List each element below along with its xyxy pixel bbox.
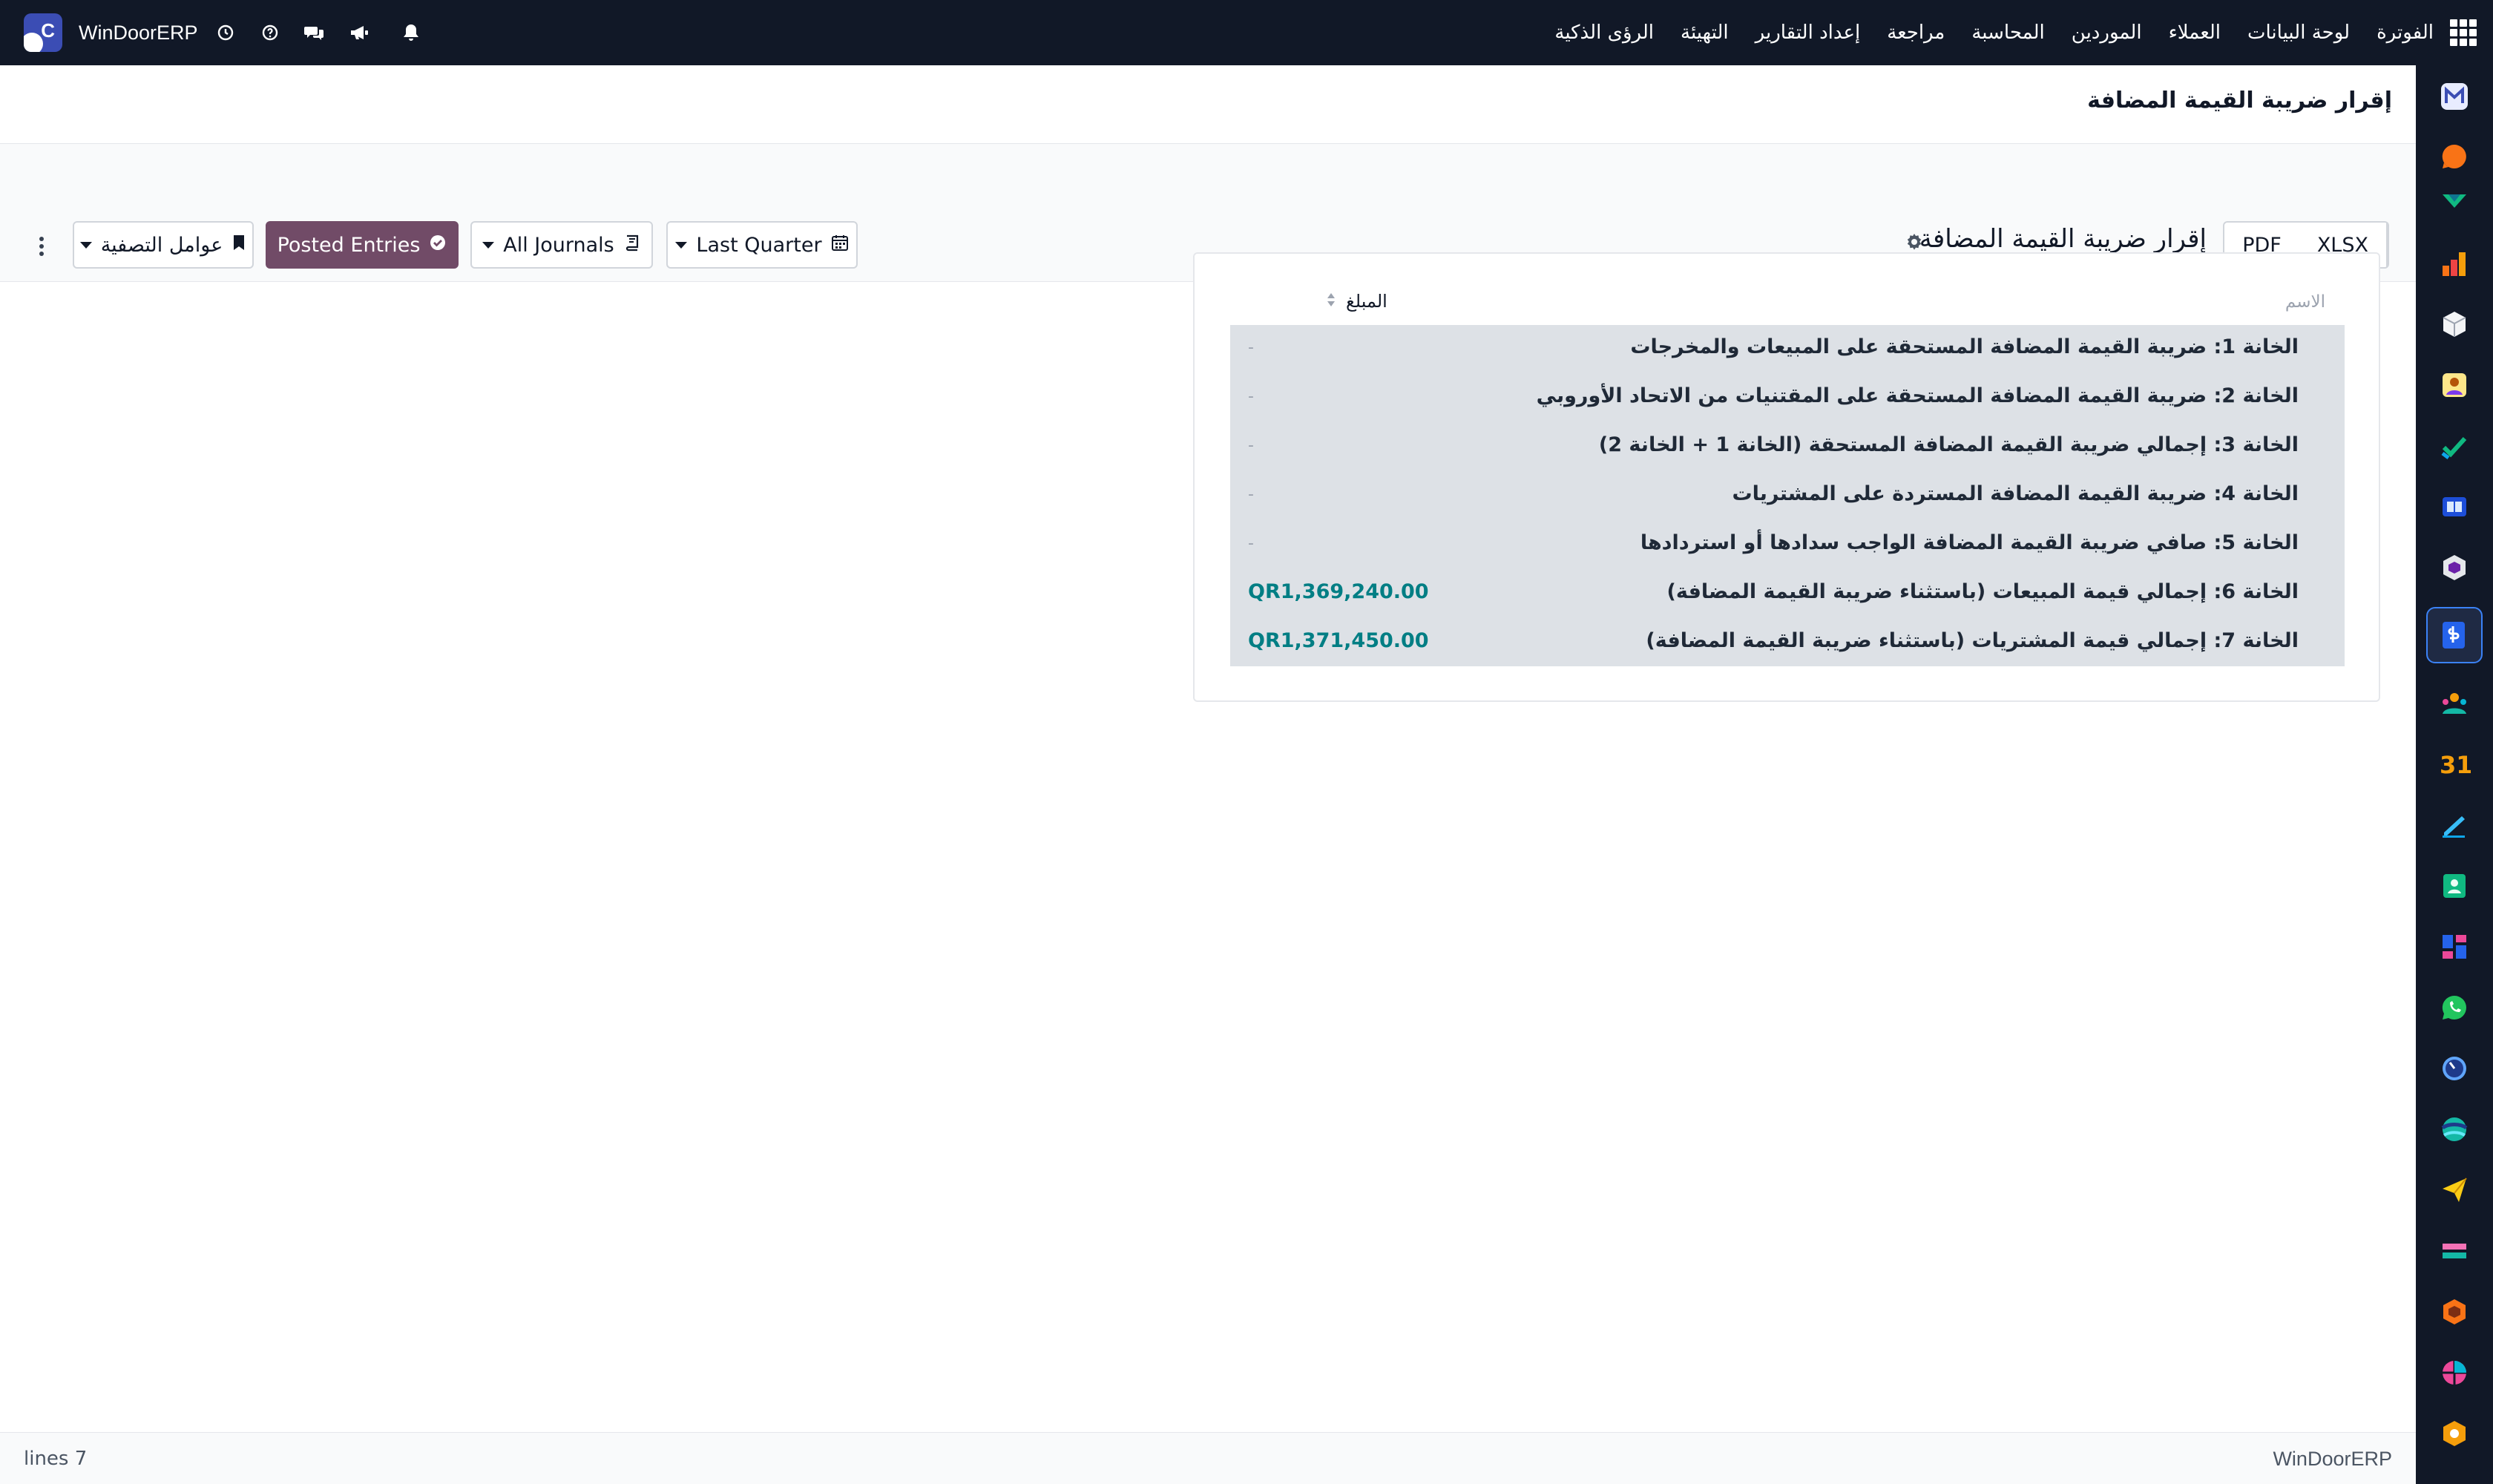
menu-customers[interactable]: العملاء (2169, 22, 2221, 44)
clock-icon[interactable] (212, 18, 239, 47)
contacts-app-icon[interactable] (2438, 870, 2471, 902)
footer-brand: WinDoorERP (2273, 1448, 2392, 1470)
chat-icon[interactable] (301, 18, 328, 47)
date-filter-button[interactable]: Last Quarter (666, 221, 858, 269)
storage-app-icon[interactable] (2438, 1235, 2471, 1267)
journals-filter-button[interactable]: All Journals (470, 221, 653, 269)
row-label[interactable]: الخانة 1: ضريبة القيمة المضافة المستحقة … (1630, 335, 2299, 358)
whatsapp-app-icon[interactable] (2438, 991, 2471, 1024)
send-app-icon[interactable] (2438, 1174, 2471, 1206)
lines-count: lines 7 (24, 1448, 88, 1470)
caret-down-icon (482, 241, 495, 249)
status-footer: lines 7 WinDoorERP (0, 1432, 2416, 1484)
menu-vendors[interactable]: الموردين (2072, 22, 2142, 44)
inventory-app-icon[interactable] (2438, 308, 2471, 341)
column-header-amount-label: المبلغ (1346, 291, 1387, 312)
brand[interactable]: C WinDoorERP (24, 13, 198, 52)
check-circle-icon (429, 234, 447, 257)
company-logo[interactable]: C (24, 13, 62, 52)
table-header: الاسم المبلغ (1230, 291, 2345, 322)
svg-text:31: 31 (2440, 751, 2471, 779)
table-row[interactable]: الخانة 2: ضريبة القيمة المضافة المستحقة … (1230, 374, 2345, 423)
menu-smart-insights[interactable]: الرؤى الذكية (1554, 22, 1654, 44)
table-row[interactable]: الخانة 4: ضريبة القيمة المضافة المستردة … (1230, 472, 2345, 521)
app-sidebar: 31 (2416, 65, 2493, 1484)
team-app-icon[interactable] (2438, 687, 2471, 720)
row-label[interactable]: الخانة 7: إجمالي قيمة المشتريات (باستثنا… (1646, 629, 2299, 652)
column-header-amount[interactable]: المبلغ (1327, 291, 1387, 312)
row-label[interactable]: الخانة 3: إجمالي ضريبة القيمة المضافة ال… (1599, 433, 2299, 456)
sort-icon[interactable] (1327, 292, 1336, 312)
reports-app-icon[interactable] (2438, 248, 2471, 280)
bell-icon[interactable] (398, 18, 424, 47)
more-options-icon[interactable] (27, 232, 56, 261)
row-label[interactable]: الخانة 4: ضريبة القيمة المضافة المستردة … (1732, 482, 2299, 505)
website-app-icon[interactable] (2438, 1113, 2471, 1146)
row-value: - (1248, 387, 1254, 406)
row-value[interactable]: QR1,369,240.00 (1248, 580, 1429, 603)
notes-app-icon[interactable] (2438, 809, 2471, 841)
mail-app-icon[interactable] (2438, 80, 2471, 113)
report-title: إقرار ضريبة القيمة المضافة (1919, 224, 2207, 254)
table-row[interactable]: الخانة 7: إجمالي قيمة المشتريات (باستثنا… (1230, 619, 2345, 668)
knowledge-app-icon[interactable] (2438, 490, 2471, 523)
project-app-icon[interactable] (2438, 430, 2471, 462)
timer-app-icon[interactable] (2438, 1052, 2471, 1085)
menu-invoicing[interactable]: الفوترة (2377, 22, 2434, 44)
row-value: - (1248, 338, 1254, 357)
help-icon[interactable] (257, 18, 283, 47)
menu-accounting[interactable]: المحاسبة (1971, 22, 2044, 44)
menu-configuration[interactable]: التهيئة (1681, 22, 1729, 44)
page-header: إقرار ضريبة القيمة المضافة (0, 65, 2416, 144)
row-label[interactable]: الخانة 5: صافي ضريبة القيمة المضافة الوا… (1640, 531, 2299, 554)
row-label[interactable]: الخانة 2: ضريبة القيمة المضافة المستحقة … (1537, 384, 2299, 407)
dashboards-app-icon[interactable] (2438, 930, 2471, 963)
menu-dashboard[interactable]: لوحة البيانات (2247, 22, 2350, 44)
journals-filter-label: All Journals (503, 233, 614, 257)
calendar-icon (831, 234, 849, 257)
filters-button[interactable]: عوامل التصفية (73, 221, 254, 269)
calendar-app-icon[interactable]: 31 (2438, 748, 2471, 781)
main-content: إقرار ضريبة القيمة المضافة PDF XLSX إقرا… (0, 65, 2416, 1484)
product-app-icon[interactable] (2438, 1417, 2471, 1450)
megaphone-icon[interactable] (346, 18, 372, 47)
caret-down-icon (675, 241, 688, 249)
table-row[interactable]: الخانة 5: صافي ضريبة القيمة المضافة الوا… (1230, 521, 2345, 570)
employees-app-icon[interactable] (2438, 369, 2471, 401)
date-filter-label: Last Quarter (696, 233, 822, 257)
row-value: - (1248, 436, 1254, 455)
book-icon (623, 234, 641, 257)
planning-app-icon[interactable] (2438, 1356, 2471, 1389)
filters-label: عوامل التصفية (100, 233, 223, 257)
report-rows: الخانة 1: ضريبة القيمة المضافة المستحقة … (1230, 325, 2345, 666)
caret-down-icon (79, 241, 92, 249)
sign-app-icon[interactable] (2438, 184, 2471, 217)
row-label[interactable]: الخانة 6: إجمالي قيمة المبيعات (باستثناء… (1667, 580, 2299, 603)
brand-name[interactable]: WinDoorERP (79, 22, 198, 45)
accounting-app-icon[interactable] (2426, 607, 2483, 663)
column-header-name[interactable]: الاسم (2285, 292, 2325, 312)
table-row[interactable]: الخانة 3: إجمالي ضريبة القيمة المضافة ال… (1230, 423, 2345, 472)
row-value: - (1248, 485, 1254, 504)
row-value[interactable]: QR1,371,450.00 (1248, 629, 1429, 652)
system-icons (212, 18, 424, 47)
posted-entries-button[interactable]: Posted Entries (266, 221, 459, 269)
package-app-icon[interactable] (2438, 551, 2471, 584)
manufacturing-app-icon[interactable] (2438, 1296, 2471, 1328)
top-navbar: C WinDoorERP الفوترة لوحة البيانات العمل… (0, 0, 2493, 65)
bookmark-icon (231, 234, 246, 257)
row-value: - (1248, 534, 1254, 553)
posted-entries-label: Posted Entries (277, 233, 421, 257)
menu-reporting[interactable]: إعداد التقارير (1755, 22, 1861, 44)
table-row[interactable]: الخانة 6: إجمالي قيمة المبيعات (باستثناء… (1230, 570, 2345, 619)
discuss-app-icon[interactable] (2438, 140, 2471, 173)
table-row[interactable]: الخانة 1: ضريبة القيمة المضافة المستحقة … (1230, 325, 2345, 374)
menu-review[interactable]: مراجعة (1887, 22, 1945, 44)
vat-report-card: الاسم المبلغ الخانة 1: ضريبة القيمة المض… (1193, 252, 2380, 702)
grid-icon[interactable] (2450, 19, 2477, 46)
main-menu: الفوترة لوحة البيانات العملاء الموردين ا… (1554, 0, 2434, 65)
breadcrumb[interactable]: إقرار ضريبة القيمة المضافة (2087, 88, 2392, 114)
